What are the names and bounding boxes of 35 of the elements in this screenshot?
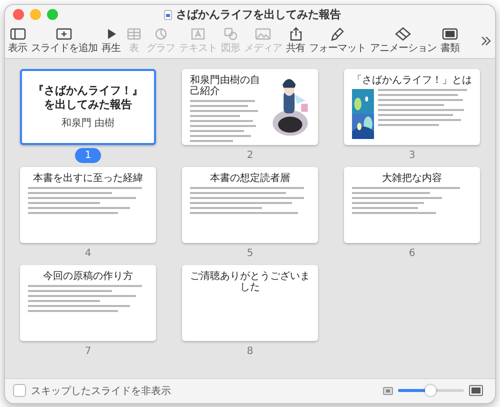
- slide-thumbnail[interactable]: 和泉門由樹の自己紹介: [182, 68, 318, 144]
- slide-title: ご清聴ありがとうございました: [190, 270, 310, 292]
- window-title: さばかんライフを出してみた報告: [176, 7, 341, 22]
- toolbar-button[interactable]: 共有: [285, 26, 306, 54]
- slide-number-badge: 1: [74, 148, 102, 162]
- slide-thumbnail[interactable]: 今回の原稿の作り方: [20, 264, 156, 340]
- slide-number: 8: [246, 344, 254, 358]
- slide-number: 2: [246, 148, 254, 162]
- toolbar-button[interactable]: スライドを追加: [30, 26, 98, 54]
- slide-title: を出してみた報告: [44, 98, 132, 112]
- slide-thumbnail[interactable]: ご清聴ありがとうございました: [182, 264, 318, 340]
- slide-title: 本書を出すに至った経緯: [33, 172, 143, 184]
- slide-thumbnail[interactable]: 本書の想定読者層: [182, 166, 318, 242]
- slide-number: 7: [84, 344, 92, 358]
- slide-title: 大雑把な内容: [382, 172, 442, 184]
- toolbar-button[interactable]: 再生: [100, 26, 122, 54]
- slide-number: 4: [84, 246, 92, 260]
- slide-number: 5: [246, 246, 254, 260]
- slide-title: 本書の想定読者層: [210, 172, 290, 184]
- slide-thumbnail[interactable]: 大雑把な内容: [344, 166, 480, 242]
- slide-number: 3: [408, 148, 416, 162]
- slide-thumbnail[interactable]: 本書を出すに至った経緯: [20, 166, 156, 242]
- slide-title: 今回の原稿の作り方: [43, 270, 133, 282]
- checkbox-label: スキップしたスライドを非表示: [31, 384, 171, 398]
- toolbar-button[interactable]: アニメーション: [369, 26, 438, 54]
- slide-number: 6: [408, 246, 416, 260]
- slide-title: 「さばかんライフ！」とは: [352, 74, 472, 86]
- toolbar-button[interactable]: 書類: [440, 26, 460, 54]
- toolbar-button[interactable]: フォーマット: [308, 26, 367, 54]
- slide-author: 和泉門 由樹: [61, 116, 115, 130]
- toolbar-button[interactable]: 表示: [7, 26, 28, 54]
- slide-title: 和泉門由樹の自己紹介: [190, 74, 261, 96]
- slide-title: 『さばかんライフ！』: [33, 84, 143, 98]
- slide-thumbnail[interactable]: 「さばかんライフ！」とは: [344, 68, 480, 144]
- slide-thumbnail[interactable]: 『さばかんライフ！』 を出してみた報告 和泉門 由樹: [20, 68, 156, 144]
